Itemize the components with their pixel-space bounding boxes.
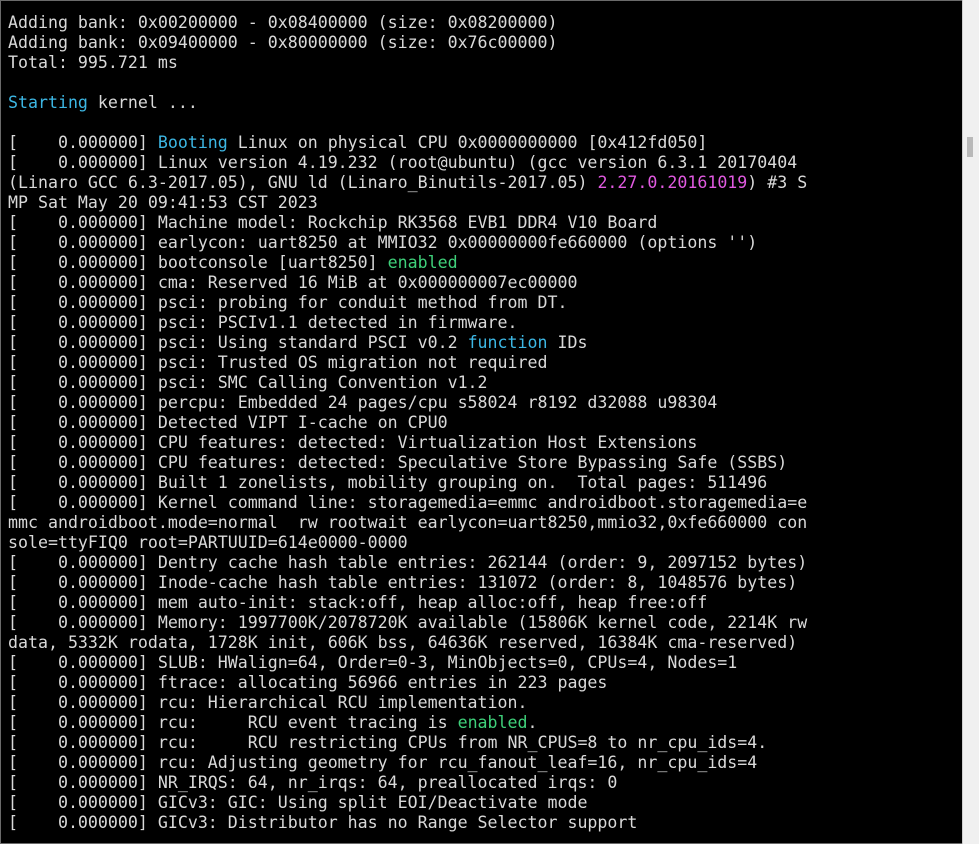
terminal-text-segment: [ 0.000000] CPU features: detected: Virt… <box>8 433 698 452</box>
terminal-text-segment: [ 0.000000] earlycon: uart8250 at MMIO32… <box>8 233 758 252</box>
terminal-text-segment: mmc androidboot.mode=normal rw rootwait … <box>8 513 808 532</box>
terminal-text-segment: [ 0.000000] SLUB: HWalign=64, Order=0-3,… <box>8 653 738 672</box>
scrollbar-thumb[interactable] <box>967 137 973 157</box>
terminal-text-segment: Total: 995.721 ms <box>8 53 178 72</box>
terminal-line: (Linaro GCC 6.3-2017.05), GNU ld (Linaro… <box>8 173 807 193</box>
terminal-text-segment: kernel ... <box>87 93 198 112</box>
terminal-text-segment: (Linaro GCC 6.3-2017.05), GNU ld (Linaro… <box>8 173 598 192</box>
terminal-line: [ 0.000000] Booting Linux on physical CP… <box>8 133 807 153</box>
terminal-text-segment: Starting <box>8 93 88 112</box>
terminal-line: Starting kernel ... <box>8 93 807 113</box>
terminal-text-segment: Booting <box>157 133 228 152</box>
terminal-text-segment: . <box>527 713 538 732</box>
terminal-text-segment: [ 0.000000] NR_IRQS: 64, nr_irqs: 64, pr… <box>8 773 618 792</box>
vertical-scrollbar[interactable] <box>962 0 979 844</box>
terminal-text-segment: ) #3 S <box>747 173 808 192</box>
terminal-text-segment: Adding bank: 0x00200000 - 0x08400000 (si… <box>8 13 558 32</box>
terminal-text-segment: [ 0.000000] Linux version 4.19.232 (root… <box>8 153 798 172</box>
terminal-text-segment: [ 0.000000] Inode-cache hash table entri… <box>8 573 798 592</box>
terminal-text-segment: [ 0.000000] Built 1 zonelists, mobility … <box>8 473 768 492</box>
terminal-line: [ 0.000000] bootconsole [uart8250] enabl… <box>8 253 807 273</box>
terminal-window[interactable]: Adding bank: 0x00200000 - 0x08400000 (si… <box>0 0 963 844</box>
terminal-line: data, 5332K rodata, 1728K init, 606K bss… <box>8 633 807 653</box>
terminal-text-segment: [ 0.000000] CPU features: detected: Spec… <box>8 453 788 472</box>
terminal-line: [ 0.000000] NR_IRQS: 64, nr_irqs: 64, pr… <box>8 773 807 793</box>
terminal-line: [ 0.000000] Detected VIPT I-cache on CPU… <box>8 413 807 433</box>
terminal-line: [ 0.000000] Inode-cache hash table entri… <box>8 573 807 593</box>
terminal-output: Adding bank: 0x00200000 - 0x08400000 (si… <box>8 13 807 833</box>
terminal-line: [ 0.000000] ftrace: allocating 56966 ent… <box>8 673 807 693</box>
terminal-line: [ 0.000000] CPU features: detected: Spec… <box>8 453 807 473</box>
terminal-line: [ 0.000000] psci: Trusted OS migration n… <box>8 353 807 373</box>
terminal-line: MP Sat May 20 09:41:53 CST 2023 <box>8 193 807 213</box>
terminal-line: [ 0.000000] percpu: Embedded 24 pages/cp… <box>8 393 807 413</box>
terminal-line: [ 0.000000] SLUB: HWalign=64, Order=0-3,… <box>8 653 807 673</box>
terminal-line: Adding bank: 0x09400000 - 0x80000000 (si… <box>8 33 807 53</box>
terminal-text-segment: function <box>467 333 548 352</box>
terminal-text-segment: [ 0.000000] mem auto-init: stack:off, he… <box>8 593 708 612</box>
terminal-text-segment: MP Sat May 20 09:41:53 CST 2023 <box>8 193 318 212</box>
terminal-text-segment: [ 0.000000] ftrace: allocating 56966 ent… <box>8 673 608 692</box>
terminal-line: Adding bank: 0x00200000 - 0x08400000 (si… <box>8 13 807 33</box>
terminal-line: [ 0.000000] earlycon: uart8250 at MMIO32… <box>8 233 807 253</box>
terminal-text-segment: [ 0.000000] GICv3: Distributor has no Ra… <box>8 813 638 832</box>
terminal-text-segment: [ 0.000000] Memory: 1997700K/2078720K av… <box>8 613 808 632</box>
terminal-line: [ 0.000000] CPU features: detected: Virt… <box>8 433 807 453</box>
terminal-line: [ 0.000000] rcu: RCU restricting CPUs fr… <box>8 733 807 753</box>
terminal-text-segment: [ 0.000000] rcu: RCU restricting CPUs fr… <box>8 733 768 752</box>
terminal-line: [ 0.000000] rcu: Hierarchical RCU implem… <box>8 693 807 713</box>
terminal-text-segment: [ 0.000000] psci: Using standard PSCI v0… <box>8 333 468 352</box>
terminal-text-segment: Adding bank: 0x09400000 - 0x80000000 (si… <box>8 33 558 52</box>
terminal-text-segment: [ 0.000000] Kernel command line: storage… <box>8 493 808 512</box>
terminal-text-segment: [ 0.000000] cma: Reserved 16 MiB at 0x00… <box>8 273 578 292</box>
terminal-line: [ 0.000000] psci: PSCIv1.1 detected in f… <box>8 313 807 333</box>
terminal-line: [ 0.000000] rcu: Adjusting geometry for … <box>8 753 807 773</box>
terminal-line: [ 0.000000] Memory: 1997700K/2078720K av… <box>8 613 807 633</box>
terminal-text-segment: [ 0.000000] rcu: Adjusting geometry for … <box>8 753 758 772</box>
terminal-text-segment: enabled <box>457 713 528 732</box>
terminal-line: [ 0.000000] Kernel command line: storage… <box>8 493 807 513</box>
terminal-text-segment: [ 0.000000] Dentry cache hash table entr… <box>8 553 808 572</box>
terminal-line: [ 0.000000] mem auto-init: stack:off, he… <box>8 593 807 613</box>
terminal-line: [ 0.000000] psci: probing for conduit me… <box>8 293 807 313</box>
terminal-line: [ 0.000000] psci: Using standard PSCI v0… <box>8 333 807 353</box>
terminal-text-segment: [ 0.000000] psci: Trusted OS migration n… <box>8 353 548 372</box>
terminal-text-segment: [ 0.000000] <box>8 133 158 152</box>
terminal-line: mmc androidboot.mode=normal rw rootwait … <box>8 513 807 533</box>
terminal-line: sole=ttyFIQ0 root=PARTUUID=614e0000-0000 <box>8 533 807 553</box>
terminal-text-segment: [ 0.000000] bootconsole [uart8250] <box>8 253 388 272</box>
terminal-line: Total: 995.721 ms <box>8 53 807 73</box>
terminal-text-segment: [ 0.000000] psci: PSCIv1.1 detected in f… <box>8 313 518 332</box>
terminal-text-segment: Linux on physical CPU 0x0000000000 [0x41… <box>227 133 708 152</box>
terminal-line: [ 0.000000] Built 1 zonelists, mobility … <box>8 473 807 493</box>
terminal-line: [ 0.000000] GICv3: Distributor has no Ra… <box>8 813 807 833</box>
terminal-line: [ 0.000000] GICv3: GIC: Using split EOI/… <box>8 793 807 813</box>
terminal-line: [ 0.000000] Linux version 4.19.232 (root… <box>8 153 807 173</box>
terminal-text-segment: [ 0.000000] psci: SMC Calling Convention… <box>8 373 488 392</box>
terminal-text-segment: data, 5332K rodata, 1728K init, 606K bss… <box>8 633 798 652</box>
terminal-text-segment: [ 0.000000] rcu: Hierarchical RCU implem… <box>8 693 528 712</box>
terminal-line: [ 0.000000] rcu: RCU event tracing is en… <box>8 713 807 733</box>
terminal-text-segment: [ 0.000000] percpu: Embedded 24 pages/cp… <box>8 393 718 412</box>
terminal-line: [ 0.000000] Dentry cache hash table entr… <box>8 553 807 573</box>
terminal-line: [ 0.000000] psci: SMC Calling Convention… <box>8 373 807 393</box>
terminal-text-segment: enabled <box>387 253 458 272</box>
terminal-text-segment: [ 0.000000] GICv3: GIC: Using split EOI/… <box>8 793 588 812</box>
terminal-text-segment: [ 0.000000] Detected VIPT I-cache on CPU… <box>8 413 448 432</box>
terminal-text-segment: [ 0.000000] Machine model: Rockchip RK35… <box>8 213 658 232</box>
terminal-text-segment: sole=ttyFIQ0 root=PARTUUID=614e0000-0000 <box>8 533 408 552</box>
terminal-line: [ 0.000000] cma: Reserved 16 MiB at 0x00… <box>8 273 807 293</box>
terminal-line: [ 0.000000] Machine model: Rockchip RK35… <box>8 213 807 233</box>
terminal-text-segment: [ 0.000000] psci: probing for conduit me… <box>8 293 568 312</box>
terminal-text-segment: 2.27.0.20161019 <box>597 173 748 192</box>
terminal-text-segment: IDs <box>547 333 588 352</box>
terminal-text-segment: [ 0.000000] rcu: RCU event tracing is <box>8 713 458 732</box>
